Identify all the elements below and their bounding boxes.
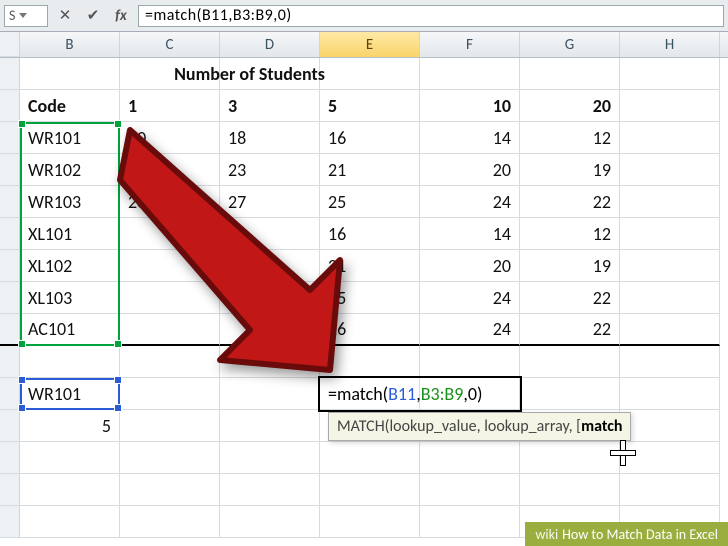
col-header-C[interactable]: C (120, 32, 220, 57)
data-cell[interactable]: 18 (220, 218, 320, 250)
formula-input[interactable]: =match(B11,B3:B9,0) (138, 5, 724, 27)
data-cell[interactable]: 24 (420, 314, 520, 346)
spreadsheet-grid[interactable]: Number of Students Code 1 3 5 10 20 WR10… (0, 58, 728, 538)
name-box-text: S (9, 7, 15, 24)
num-header[interactable]: 10 (420, 90, 520, 122)
table-row: XL103 25 24 22 (0, 282, 728, 314)
code-cell[interactable]: WR101 (20, 122, 120, 154)
grid-row (0, 346, 728, 378)
result-cell[interactable]: 5 (20, 410, 120, 442)
formula-tooltip: MATCH(lookup_value, lookup_array, [match (328, 412, 631, 441)
fx-icon[interactable]: fx (110, 5, 132, 27)
data-cell[interactable]: 18 (220, 122, 320, 154)
article-footer: wiki How to Match Data in Excel (525, 522, 728, 546)
grid-row (0, 442, 728, 474)
name-box-dropdown-icon[interactable] (19, 13, 27, 18)
grid-row (0, 474, 728, 506)
table-row: WR101 20 18 16 14 12 (0, 122, 728, 154)
data-cell[interactable]: 12 (520, 122, 620, 154)
data-cell[interactable]: 22 (520, 314, 620, 346)
col-header-E[interactable]: E (320, 32, 420, 57)
title-text: Number of Students (174, 63, 325, 85)
num-header[interactable]: 20 (520, 90, 620, 122)
data-cell[interactable]: 21 (320, 250, 420, 282)
formula-bar: S ✕ ✔ fx =match(B11,B3:B9,0) (0, 0, 728, 32)
data-cell[interactable]: 25 (120, 154, 220, 186)
data-cell[interactable]: 25 (320, 282, 420, 314)
data-cell[interactable]: 23 (220, 154, 320, 186)
data-cell[interactable]: 22 (520, 282, 620, 314)
code-cell[interactable]: XL101 (20, 218, 120, 250)
data-cell[interactable]: 21 (320, 154, 420, 186)
table-row: WR102 25 23 21 20 19 (0, 154, 728, 186)
data-cell[interactable]: 26 (320, 314, 420, 346)
data-cell[interactable]: 24 (420, 282, 520, 314)
data-cell[interactable]: 20 (420, 154, 520, 186)
tooltip-fn: MATCH (337, 417, 385, 436)
table-row: AC101 26 24 22 (0, 314, 728, 346)
data-cell[interactable]: 22 (520, 186, 620, 218)
data-cell[interactable]: 12 (520, 218, 620, 250)
column-headers: B C D E F G H (0, 32, 728, 58)
col-header-D[interactable]: D (220, 32, 320, 57)
data-cell[interactable]: 24 (420, 186, 520, 218)
table-row: WR103 28 27 25 24 22 (0, 186, 728, 218)
col-header-G[interactable]: G (520, 32, 620, 57)
footer-title: How to Match Data in Excel (562, 526, 718, 543)
data-cell[interactable] (120, 250, 220, 282)
code-cell[interactable]: AC101 (20, 314, 120, 346)
grid-row: Code 1 3 5 10 20 (0, 90, 728, 122)
tooltip-bold: match (581, 417, 622, 436)
data-cell[interactable] (120, 282, 220, 314)
col-header-B[interactable]: B (20, 32, 120, 57)
data-cell[interactable] (220, 282, 320, 314)
tooltip-args: (lookup_value, lookup_array, [ (385, 417, 581, 436)
lookup-value-cell[interactable]: WR101 (20, 378, 120, 410)
cancel-icon[interactable]: ✕ (54, 5, 76, 27)
data-cell[interactable] (120, 218, 220, 250)
data-cell[interactable] (220, 314, 320, 346)
data-cell[interactable]: 16 (320, 122, 420, 154)
code-cell[interactable]: XL102 (20, 250, 120, 282)
enter-icon[interactable]: ✔ (82, 5, 104, 27)
code-cell[interactable]: XL103 (20, 282, 120, 314)
data-cell[interactable]: 20 (120, 122, 220, 154)
data-cell[interactable]: 19 (520, 154, 620, 186)
num-header[interactable]: 1 (120, 90, 220, 122)
code-cell[interactable]: WR102 (20, 154, 120, 186)
num-header[interactable]: 3 (220, 90, 320, 122)
data-cell[interactable]: 28 (120, 186, 220, 218)
code-header[interactable]: Code (20, 90, 120, 122)
grid-row: Number of Students (0, 58, 728, 90)
data-cell[interactable]: 25 (320, 186, 420, 218)
table-row: XL101 18 16 14 12 (0, 218, 728, 250)
col-header-H[interactable]: H (620, 32, 720, 57)
formula-text: =match(B11,B3:B9,0) (145, 6, 292, 25)
code-cell[interactable]: WR103 (20, 186, 120, 218)
col-header-F[interactable]: F (420, 32, 520, 57)
data-cell[interactable]: 19 (520, 250, 620, 282)
data-cell[interactable]: 16 (320, 218, 420, 250)
title-cell[interactable]: Number of Students (220, 58, 320, 90)
num-header[interactable]: 5 (320, 90, 420, 122)
table-row: XL102 21 20 19 (0, 250, 728, 282)
data-cell[interactable] (120, 314, 220, 346)
data-cell[interactable]: 14 (420, 122, 520, 154)
select-all-corner[interactable] (0, 32, 20, 57)
active-formula-cell[interactable]: =match(B11,B3:B9,0) (320, 378, 420, 410)
data-cell[interactable]: 14 (420, 218, 520, 250)
footer-brand: wiki (535, 526, 558, 543)
data-cell[interactable] (220, 250, 320, 282)
name-box[interactable]: S (4, 5, 48, 27)
data-cell[interactable]: 20 (420, 250, 520, 282)
grid-row: WR101 =match(B11,B3:B9,0) (0, 378, 728, 410)
data-cell[interactable]: 27 (220, 186, 320, 218)
